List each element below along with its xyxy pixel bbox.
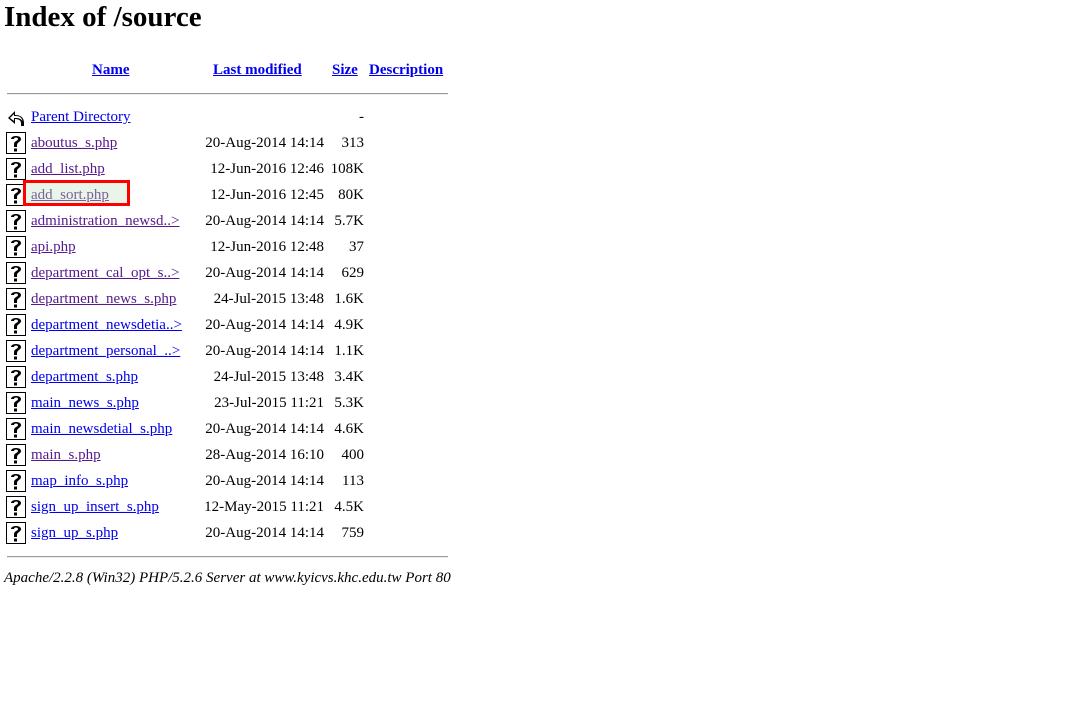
file-link[interactable]: sign_up_insert_s.php [31, 498, 159, 516]
unknown-file-icon [6, 444, 26, 466]
file-link[interactable]: administration_newsd..> [31, 212, 179, 230]
parent-directory-link[interactable]: Parent Directory [31, 108, 131, 126]
server-signature: Apache/2.2.8 (Win32) PHP/5.2.6 Server at… [4, 570, 451, 586]
file-last-modified: 20-Aug-2014 14:14 [205, 317, 324, 333]
file-row: main_s.php 28-Aug-2014 16:10 400 [0, 443, 480, 469]
file-link[interactable]: department_s.php [31, 368, 138, 386]
unknown-file-icon [6, 496, 26, 518]
unknown-file-icon [6, 158, 26, 180]
file-link[interactable]: add_list.php [31, 160, 105, 178]
file-size: 4.9K [334, 317, 364, 333]
file-last-modified: 28-Aug-2014 16:10 [205, 447, 324, 463]
file-last-modified: 20-Aug-2014 14:14 [205, 135, 324, 151]
file-link[interactable]: department_news_s.php [31, 290, 176, 308]
file-link[interactable]: main_news_s.php [31, 394, 139, 412]
file-last-modified: 20-Aug-2014 14:14 [205, 265, 324, 281]
file-size: 108K [330, 161, 364, 177]
page-title: Index of /source [4, 1, 202, 33]
unknown-file-icon [6, 288, 26, 310]
file-link[interactable]: sign_up_s.php [31, 524, 118, 542]
parent-directory-row: Parent Directory - [0, 105, 480, 131]
file-row: map_info_s.php 20-Aug-2014 14:14 113 [0, 469, 480, 495]
file-row: department_s.php 24-Jul-2015 13:48 3.4K [0, 365, 480, 391]
file-link[interactable]: department_newsdetia..> [31, 316, 182, 334]
file-last-modified: 20-Aug-2014 14:14 [205, 525, 324, 541]
file-size: 5.3K [334, 395, 364, 411]
parent-size: - [359, 109, 364, 125]
file-row: main_news_s.php 23-Jul-2015 11:21 5.3K [0, 391, 480, 417]
file-link[interactable]: main_s.php [31, 446, 101, 464]
column-header-description[interactable]: Description [369, 61, 443, 79]
file-size: 759 [341, 525, 365, 541]
unknown-file-icon [6, 470, 26, 492]
column-header-size[interactable]: Size [332, 61, 358, 79]
file-last-modified: 12-Jun-2016 12:48 [210, 239, 324, 255]
unknown-file-icon [6, 314, 26, 336]
file-last-modified: 24-Jul-2015 13:48 [213, 291, 324, 307]
file-size: 37 [349, 239, 364, 255]
header-divider [7, 93, 448, 95]
file-last-modified: 24-Jul-2015 13:48 [213, 369, 324, 385]
file-link[interactable]: department_personal_..> [31, 342, 180, 360]
file-row: department_personal_..> 20-Aug-2014 14:14… [0, 339, 480, 365]
unknown-file-icon [6, 236, 26, 258]
unknown-file-icon [6, 522, 26, 544]
file-row: administration_newsd..> 20-Aug-2014 14:14… [0, 209, 480, 235]
unknown-file-icon [6, 340, 26, 362]
unknown-file-icon [6, 210, 26, 232]
file-size: 3.4K [334, 369, 364, 385]
file-row: department_cal_opt_s..> 20-Aug-2014 14:14… [0, 261, 480, 287]
file-last-modified: 20-Aug-2014 14:14 [205, 473, 324, 489]
file-size: 313 [341, 135, 365, 151]
file-row: api.php 12-Jun-2016 12:48 37 [0, 235, 480, 261]
column-header-last-modified[interactable]: Last modified [213, 61, 302, 79]
unknown-file-icon [6, 262, 26, 284]
file-size: 80K [338, 187, 364, 203]
file-size: 629 [341, 265, 365, 281]
unknown-file-icon [6, 392, 26, 414]
file-size: 4.5K [334, 499, 364, 515]
highlight-box [23, 180, 130, 206]
footer-divider [7, 556, 448, 558]
file-link[interactable]: main_newsdetial_s.php [31, 420, 172, 438]
file-size: 5.7K [334, 213, 364, 229]
file-size: 1.6K [334, 291, 364, 307]
file-link[interactable]: api.php [31, 238, 76, 256]
file-row: department_news_s.php 24-Jul-2015 13:48 1.… [0, 287, 480, 313]
file-last-modified: 12-Jun-2016 12:45 [210, 187, 324, 203]
file-last-modified: 20-Aug-2014 14:14 [205, 421, 324, 437]
file-size: 400 [341, 447, 365, 463]
file-last-modified: 23-Jul-2015 11:21 [214, 395, 324, 411]
file-last-modified: 20-Aug-2014 14:14 [205, 213, 324, 229]
file-size: 1.1K [334, 343, 364, 359]
file-last-modified: 12-Jun-2016 12:46 [210, 161, 324, 177]
file-size: 113 [342, 473, 364, 489]
file-row: department_newsdetia..> 20-Aug-2014 14:14… [0, 313, 480, 339]
unknown-file-icon [6, 366, 26, 388]
file-link[interactable]: map_info_s.php [31, 472, 128, 490]
file-link[interactable]: department_cal_opt_s..> [31, 264, 179, 282]
file-row: main_newsdetial_s.php 20-Aug-2014 14:14 4.… [0, 417, 480, 443]
file-last-modified: 20-Aug-2014 14:14 [205, 343, 324, 359]
file-link[interactable]: aboutus_s.php [31, 134, 117, 152]
file-row: sign_up_insert_s.php 12-May-2015 11:21 4.5… [0, 495, 480, 521]
file-row: sign_up_s.php 20-Aug-2014 14:14 759 [0, 521, 480, 547]
file-size: 4.6K [334, 421, 364, 437]
file-row: aboutus_s.php 20-Aug-2014 14:14 313 [0, 131, 480, 157]
unknown-file-icon [6, 418, 26, 440]
file-last-modified: 12-May-2015 11:21 [204, 499, 324, 515]
back-arrow-icon [8, 111, 24, 126]
unknown-file-icon [6, 132, 26, 154]
column-header-name[interactable]: Name [92, 61, 130, 79]
